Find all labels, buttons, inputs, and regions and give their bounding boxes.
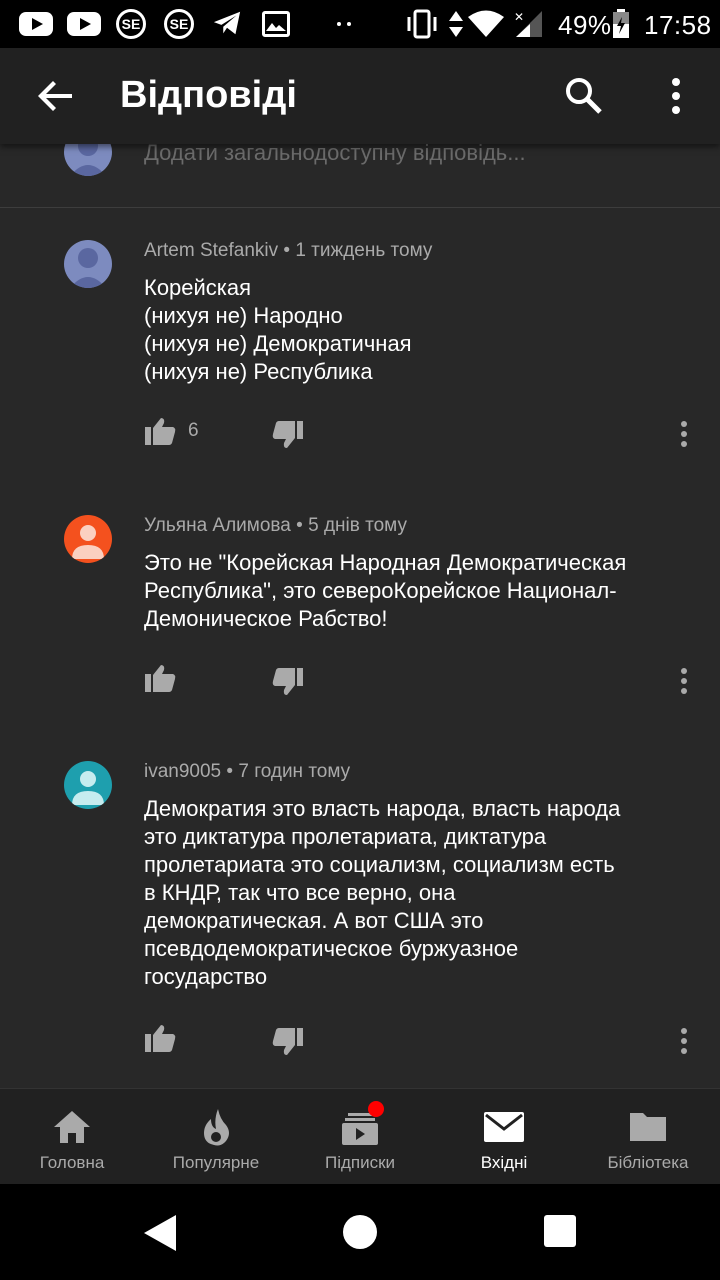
like-count: 6: [188, 420, 199, 441]
thumbs-down-icon[interactable]: [272, 667, 304, 697]
nav-item-trending[interactable]: Популярне: [144, 1089, 288, 1185]
data-arrows-icon: [447, 9, 465, 39]
comment-author[interactable]: Ульяна Алимова: [144, 515, 291, 536]
comment-meta: ivan9005 • 7 годин тому: [144, 761, 351, 782]
battery-percent: 49%: [558, 10, 612, 40]
avatar[interactable]: [64, 761, 112, 809]
youtube-icon: [67, 12, 101, 36]
system-nav-bar: [0, 1184, 720, 1280]
nav-label: Вхідні: [480, 1153, 528, 1172]
add-reply-placeholder[interactable]: Додати загальнодоступну відповідь...: [144, 144, 526, 166]
comment-author[interactable]: Artem Stefankiv: [144, 240, 278, 261]
nav-item-subscriptions[interactable]: Підписки: [288, 1089, 432, 1185]
comment-meta: Artem Stefankiv • 1 тиждень тому: [144, 240, 433, 261]
comment-text: Это не "Корейская Народная Демократическ…: [144, 550, 627, 631]
comment-more-icon[interactable]: [676, 667, 692, 697]
comment-item: Artem Stefankiv • 1 тиждень тому Корейск…: [0, 240, 720, 480]
comment-item: Ульяна Алимова • 5 днів тому Это не "Кор…: [0, 515, 720, 735]
status-bar: SE SE ✕ 49% 17:58: [0, 0, 720, 48]
nav-label: Бібліотека: [607, 1153, 689, 1172]
comment-text: Демократия это власть народа, власть нар…: [144, 796, 621, 989]
battery-icon: [611, 9, 631, 39]
youtube-icon: [19, 12, 53, 36]
comment-more-icon[interactable]: [676, 420, 692, 450]
add-reply-row[interactable]: Додати загальнодоступну відповідь...: [0, 144, 720, 208]
more-vertical-icon[interactable]: [664, 76, 688, 116]
clock: 17:58: [644, 10, 712, 40]
nav-item-home[interactable]: Головна: [0, 1089, 144, 1185]
thumbs-up-icon[interactable]: [144, 416, 176, 446]
system-home-icon[interactable]: [343, 1215, 377, 1249]
nav-label: Головна: [39, 1153, 105, 1172]
image-icon: [262, 11, 290, 37]
comment-item: ivan9005 • 7 годин тому Демократия это в…: [0, 761, 720, 1061]
comment-more-icon[interactable]: [676, 1027, 692, 1057]
inbox-mail-icon: [482, 1107, 526, 1147]
app-bar: Відповіді: [0, 48, 720, 144]
wifi-icon: [468, 9, 504, 39]
comment-text: Корейская (нихуя не) Народно (нихуя не) …: [144, 275, 412, 384]
comment-time: 5 днів тому: [308, 515, 407, 536]
avatar[interactable]: [64, 515, 112, 563]
nav-item-library[interactable]: Бібліотека: [576, 1089, 720, 1185]
library-folder-icon: [626, 1107, 670, 1147]
telegram-icon: [212, 9, 242, 37]
system-recents-icon[interactable]: [544, 1215, 576, 1247]
se-app-icon: SE: [116, 9, 146, 39]
comment-time: 7 годин тому: [238, 761, 351, 782]
se-app-icon: SE: [164, 9, 194, 39]
comment-time: 1 тиждень тому: [295, 240, 433, 261]
signal-icon: ✕: [512, 9, 544, 39]
more-notifications-icon: [333, 9, 357, 39]
nav-item-inbox[interactable]: Вхідні: [432, 1089, 576, 1185]
trending-flame-icon: [194, 1107, 238, 1147]
svg-text:✕: ✕: [514, 10, 524, 24]
nav-label: Популярне: [172, 1153, 260, 1172]
notification-badge: [368, 1101, 384, 1117]
system-back-icon[interactable]: [142, 1214, 178, 1252]
arrow-left-icon[interactable]: [36, 76, 76, 116]
page-title: Відповіді: [120, 74, 297, 116]
comment-author[interactable]: ivan9005: [144, 761, 221, 782]
avatar: [64, 144, 112, 176]
home-icon: [50, 1107, 94, 1147]
search-icon[interactable]: [564, 76, 604, 116]
thumbs-down-icon[interactable]: [272, 1027, 304, 1057]
comment-meta: Ульяна Алимова • 5 днів тому: [144, 515, 407, 536]
bottom-nav: Головна Популярне Підписки Вхідні Бібліо…: [0, 1088, 720, 1184]
replies-list: Додати загальнодоступну відповідь... Art…: [0, 144, 720, 1088]
nav-label: Підписки: [324, 1153, 396, 1172]
avatar[interactable]: [64, 240, 112, 288]
thumbs-down-icon[interactable]: [272, 420, 304, 450]
vibrate-icon: [405, 9, 439, 39]
thumbs-up-icon[interactable]: [144, 663, 176, 693]
thumbs-up-icon[interactable]: [144, 1023, 176, 1053]
